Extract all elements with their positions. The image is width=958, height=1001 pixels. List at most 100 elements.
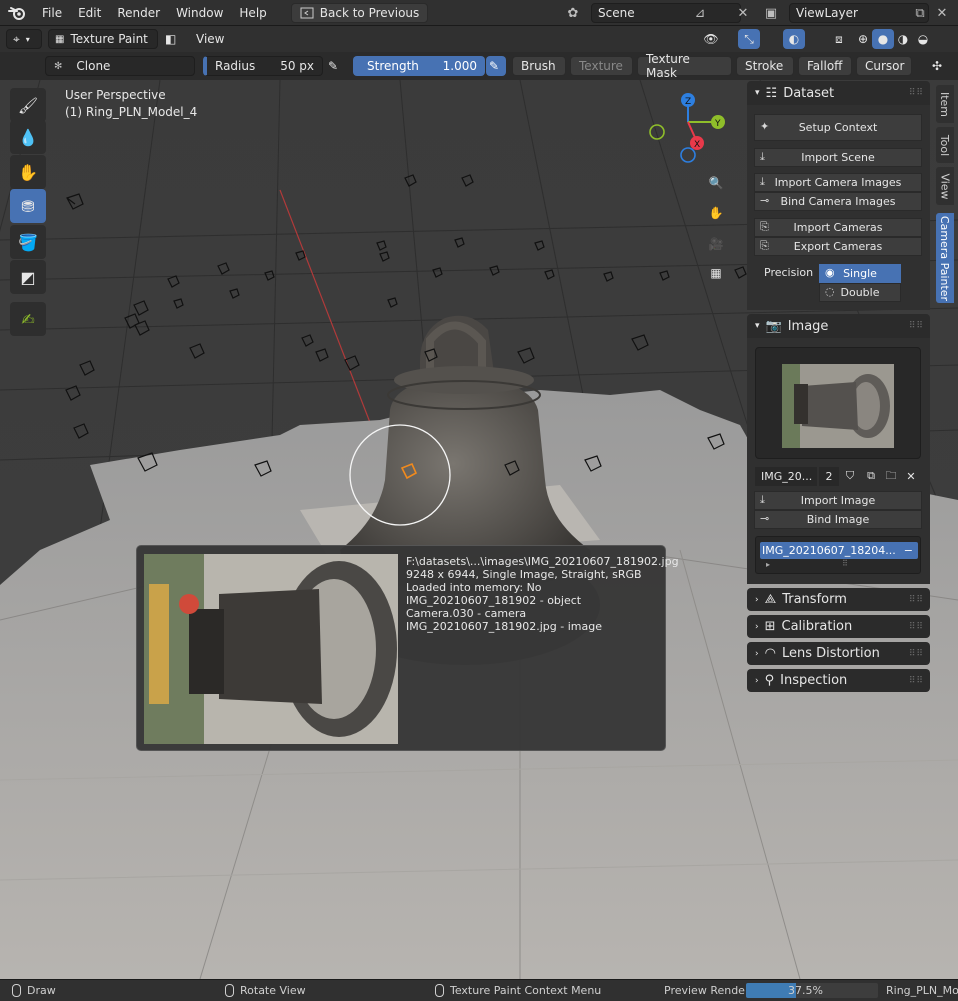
tool-options-icon[interactable]: ✣ <box>928 56 952 76</box>
duplicate-icon[interactable]: ⧉ <box>861 469 881 483</box>
drag-handle-icon[interactable]: ⠿⠿ <box>909 321 924 331</box>
falloff-popover[interactable]: Falloff <box>798 56 852 76</box>
pin-icon[interactable]: ⊿ <box>690 3 710 23</box>
transform-panel-header[interactable]: › ⟁ Transform ⠿⠿ <box>747 588 930 611</box>
new-view-layer-icon[interactable]: ⧉ <box>910 3 930 23</box>
tab-tool[interactable]: Tool <box>936 127 954 163</box>
lens-distortion-panel-header[interactable]: › ◠ Lens Distortion ⠿⠿ <box>747 642 930 665</box>
folder-icon[interactable]: 🗀 <box>881 467 901 486</box>
fill-tool-button[interactable]: 🪣 <box>10 225 46 259</box>
editor-type-dropdown[interactable]: ⌖ ▾ <box>6 29 42 49</box>
shading-wireframe-icon[interactable]: ⊕ <box>852 29 874 49</box>
drag-handle-icon[interactable]: ⠿⠿ <box>909 676 924 686</box>
blender-logo-icon[interactable] <box>0 0 34 26</box>
setup-context-button[interactable]: ✦ Setup Context <box>754 114 922 141</box>
drag-handle-icon[interactable]: ⠿⠿ <box>909 88 924 98</box>
tab-view[interactable]: View <box>936 167 954 205</box>
shading-material-icon[interactable]: ◑ <box>892 29 914 49</box>
image-list-item[interactable]: IMG_20210607_18204... − <box>760 542 918 559</box>
texture-mask-popover[interactable]: Texture Mask <box>637 52 732 80</box>
brush-selector[interactable]: ✻ Clone <box>45 56 195 76</box>
tooltip-info: 9248 x 6944, Single Image, Straight, sRG… <box>406 568 642 581</box>
menu-edit[interactable]: Edit <box>70 0 109 26</box>
clone-tool-button[interactable]: ⛃ <box>10 189 46 223</box>
list-resize-handle-icon[interactable]: ⠿ <box>842 559 848 568</box>
tab-item[interactable]: Item <box>936 85 954 123</box>
image-preview-frame[interactable] <box>755 347 921 459</box>
tooltip-image: IMG_20210607_181902.jpg - image <box>406 620 602 633</box>
export-cameras-button[interactable]: ⎘ Export Cameras <box>754 237 922 256</box>
radius-field[interactable]: Radius 50 px <box>203 56 323 76</box>
image-preview-thumbnail <box>782 364 894 448</box>
drag-handle-icon[interactable]: ⠿⠿ <box>909 622 924 632</box>
precision-double-option[interactable]: ◌ Double <box>819 283 901 302</box>
image-name-field[interactable]: IMG_20... <box>755 466 817 486</box>
stroke-popover[interactable]: Stroke <box>736 56 794 76</box>
calibration-panel-title: Calibration <box>781 619 853 634</box>
shading-rendered-icon[interactable]: ◒ <box>912 29 934 49</box>
calibration-panel-header[interactable]: › ⊞ Calibration ⠿⠿ <box>747 615 930 638</box>
preview-render-progress[interactable]: 37.5% <box>746 983 878 998</box>
strength-slider[interactable]: Strength 1.000 <box>353 56 485 76</box>
bind-image-button[interactable]: ⊸ Bind Image <box>754 510 922 529</box>
menu-window[interactable]: Window <box>168 0 231 26</box>
import-image-icon: ⤓ <box>760 493 765 506</box>
annotate-tool-button[interactable]: ✍ <box>10 302 46 336</box>
close-view-layer-icon[interactable]: ✕ <box>932 3 952 23</box>
list-expand-icon[interactable]: ▸ <box>766 560 770 569</box>
fake-user-shield-icon[interactable]: ⛉ <box>839 469 861 483</box>
mask-tool-button[interactable]: ◩ <box>10 260 46 294</box>
back-to-previous-button[interactable]: Back to Previous <box>290 2 429 23</box>
mode-dropdown[interactable]: ▦ Texture Paint <box>48 29 158 49</box>
close-scene-icon[interactable]: ✕ <box>733 3 753 23</box>
view-menu[interactable]: View <box>196 32 224 46</box>
cursor-popover[interactable]: Cursor <box>856 56 912 76</box>
xray-icon[interactable]: ⧈ <box>828 29 850 49</box>
tool-settings-bar: ✻ Clone Radius 50 px ✎ Strength 1.000 ✎ … <box>0 52 958 80</box>
import-camera-images-button[interactable]: ⤓ Import Camera Images <box>754 173 922 192</box>
remove-item-icon[interactable]: − <box>904 542 913 559</box>
drag-handle-icon[interactable]: ⠿⠿ <box>909 595 924 605</box>
brush-popover[interactable]: Brush <box>512 56 566 76</box>
import-cameras-button[interactable]: ⎘ Import Cameras <box>754 218 922 237</box>
view-layer-name: ViewLayer <box>796 6 858 20</box>
draw-tool-button[interactable]: 🖌 <box>10 88 46 122</box>
menu-help[interactable]: Help <box>231 0 274 26</box>
smear-tool-button[interactable]: ✋ <box>10 155 46 189</box>
menu-render[interactable]: Render <box>109 0 168 26</box>
camera-view-icon[interactable]: 🎥 <box>703 231 729 257</box>
image-panel-header[interactable]: ▾ 📷 Image ⠿⠿ <box>747 314 930 338</box>
visibility-icon[interactable]: 👁 <box>700 29 722 49</box>
status-scene-name: Ring_PLN_Mod <box>886 984 958 997</box>
zoom-icon[interactable]: 🔍 <box>703 170 729 196</box>
overlay-toggle-icon[interactable]: ◐ <box>783 29 805 49</box>
tooltip-path: F:\datasets\...\images\IMG_20210607_1819… <box>406 555 679 568</box>
view-layer-icon: ▣ <box>764 5 778 21</box>
pan-hand-icon[interactable]: ✋ <box>703 200 729 226</box>
unlink-close-icon[interactable]: ✕ <box>901 470 921 483</box>
scene-selector[interactable]: Scene <box>591 3 741 23</box>
radius-value: 50 px <box>280 59 314 73</box>
import-scene-button[interactable]: ⤓ Import Scene <box>754 148 922 167</box>
view-layer-selector[interactable]: ViewLayer <box>789 3 929 23</box>
tab-view-label: View <box>938 172 952 200</box>
paint-mask-toggle[interactable]: ◧ <box>162 29 182 49</box>
tab-camera-painter[interactable]: Camera Painter <box>936 213 954 303</box>
radius-pressure-icon[interactable]: ✎ <box>328 56 348 76</box>
menu-file[interactable]: File <box>34 0 70 26</box>
inspection-panel-header[interactable]: › ⚲ Inspection ⠿⠿ <box>747 669 930 692</box>
dataset-panel-header[interactable]: ▾ ☷ Dataset ⠿⠿ <box>747 81 930 105</box>
bind-camera-images-button[interactable]: ⊸ Bind Camera Images <box>754 192 922 211</box>
soften-tool-button[interactable]: 💧 <box>10 120 46 154</box>
drag-handle-icon[interactable]: ⠿⠿ <box>909 649 924 659</box>
strength-pressure-icon[interactable]: ✎ <box>486 56 506 76</box>
perspective-grid-icon[interactable]: ▦ <box>703 260 729 286</box>
precision-single-option[interactable]: ◉ Single <box>819 264 901 283</box>
transform-icon: ⟁ <box>764 592 777 607</box>
shading-solid-icon[interactable]: ● <box>872 29 894 49</box>
import-image-button[interactable]: ⤓ Import Image <box>754 491 922 510</box>
viewport-object-label: (1) Ring_PLN_Model_4 <box>65 105 198 119</box>
gizmo-toggle-icon[interactable]: ⤡ <box>738 29 760 49</box>
texture-popover[interactable]: Texture <box>570 56 633 76</box>
bind-camera-images-label: Bind Camera Images <box>780 195 896 208</box>
